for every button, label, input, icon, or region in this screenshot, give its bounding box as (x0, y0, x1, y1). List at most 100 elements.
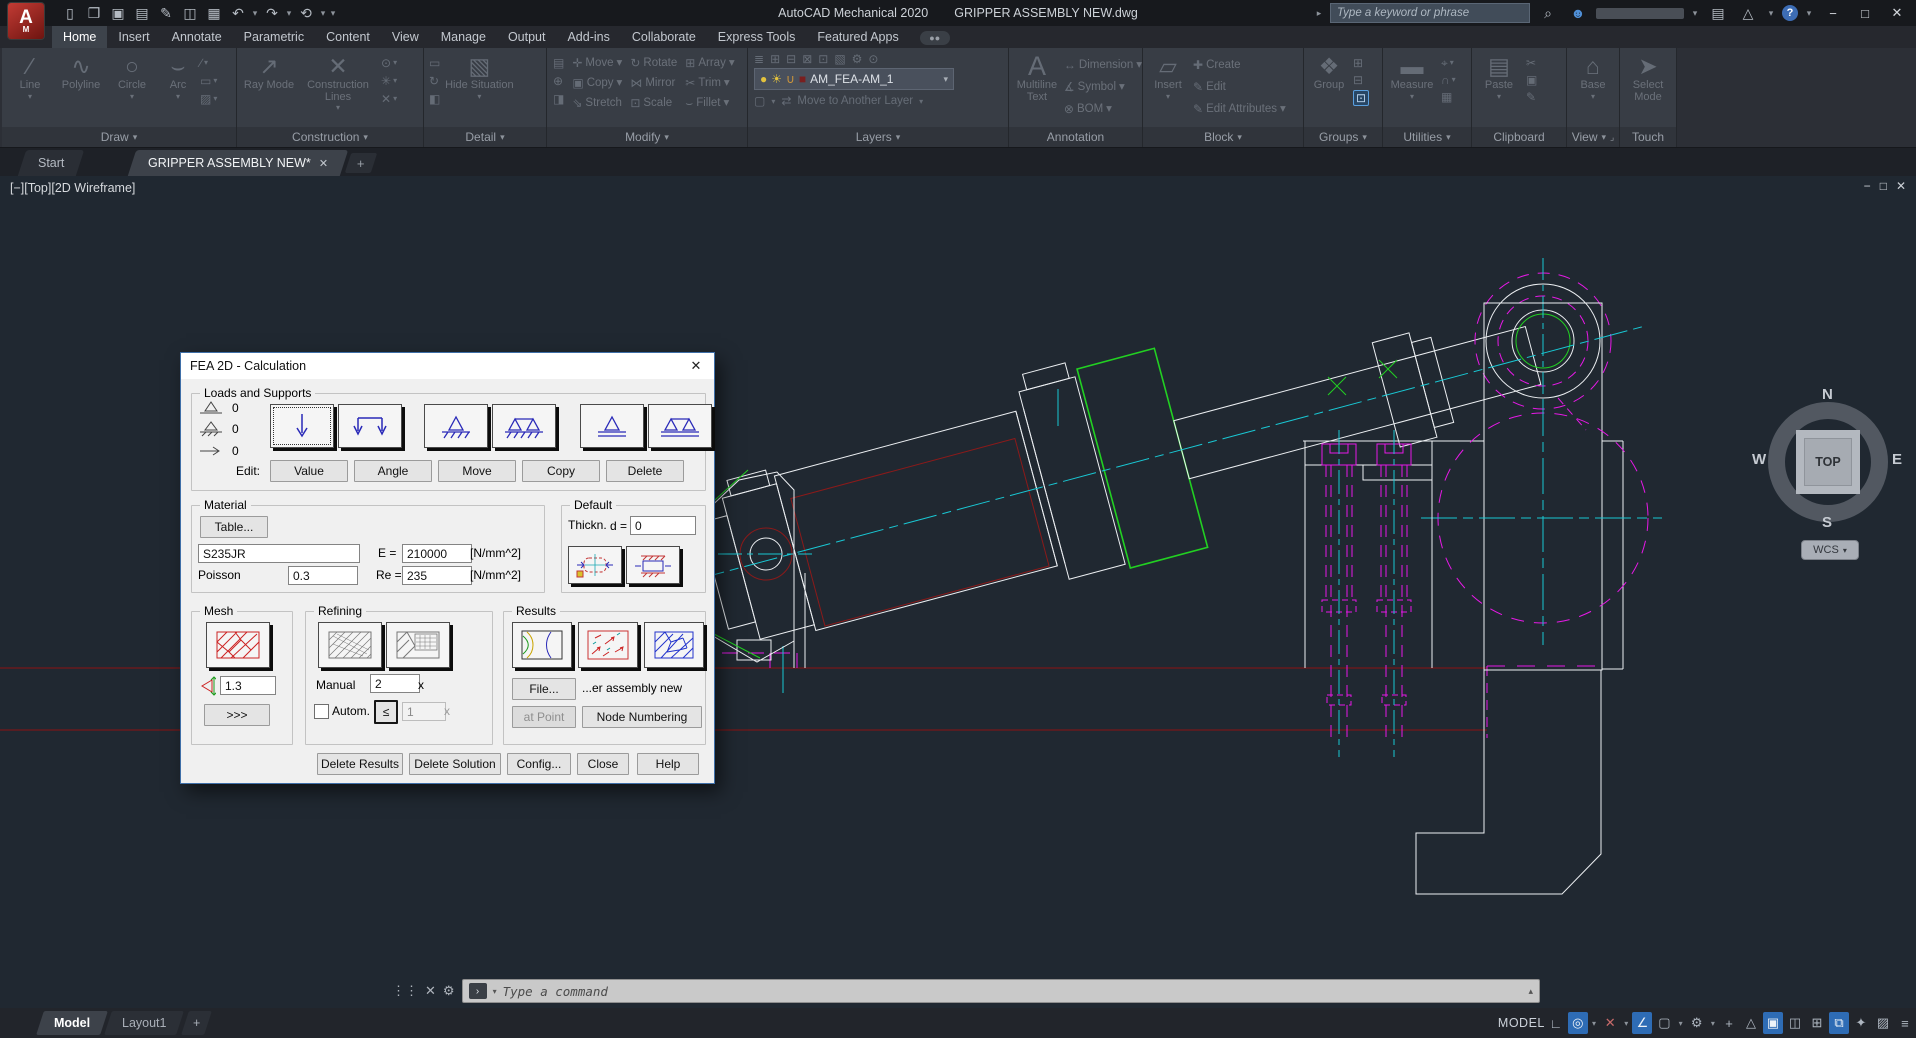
layer-tool-icon[interactable]: ⊠ (802, 52, 812, 66)
viewcube-west[interactable]: W (1752, 451, 1766, 468)
group-button[interactable]: ❖ Group (1309, 50, 1349, 127)
poisson-field[interactable]: 0.3 (288, 566, 358, 585)
layer-tool-icon[interactable]: ⊟ (786, 52, 796, 66)
layout1-tab[interactable]: Layout1 (104, 1011, 184, 1035)
viewcube-east[interactable]: E (1892, 451, 1902, 468)
fixed-support-button[interactable] (580, 404, 644, 448)
power-edit-icon[interactable]: ▤ (553, 56, 564, 70)
select-mode-button[interactable]: ➤ Select Mode (1624, 50, 1672, 127)
panel-label-construction[interactable]: Construction▾ (237, 127, 423, 147)
snap-mode-icon[interactable]: ◎ (1568, 1012, 1588, 1034)
autodesk-caret-icon[interactable]: ▾ (1766, 2, 1776, 24)
panel-label-groups[interactable]: Groups▾ (1304, 127, 1382, 147)
grid-icon[interactable]: ∟ (1546, 1012, 1566, 1034)
panel-label-detail[interactable]: Detail▾ (424, 127, 546, 147)
auto-construction-icon[interactable]: ✳▾ (381, 74, 397, 88)
application-menu-button[interactable]: A M (8, 3, 44, 39)
redo-caret-icon[interactable]: ▾ (284, 2, 294, 24)
center-point-icon[interactable]: ⊙▾ (381, 56, 397, 70)
command-history-icon[interactable]: ▴ (1528, 986, 1533, 997)
autom-checkbox[interactable] (314, 704, 329, 719)
ribbon-overflow-icon[interactable]: ●● (920, 31, 950, 45)
at-point-button[interactable]: at Point (512, 706, 576, 728)
double-fixed-support-button[interactable] (648, 404, 712, 448)
mobile-upload-icon[interactable]: ◫ (178, 2, 202, 24)
arc-button[interactable]: ⌣ Arc ▾ (157, 50, 199, 127)
search-icon[interactable]: ⌕ (1536, 2, 1560, 24)
status-menu-icon[interactable]: ≡ (1895, 1012, 1915, 1034)
drawing-restore-icon[interactable]: □ (1880, 179, 1887, 193)
plot-icon[interactable]: ✎ (154, 2, 178, 24)
help-icon[interactable]: ? (1782, 5, 1798, 21)
circle-button[interactable]: ○ Circle ▾ (108, 50, 156, 127)
close-button[interactable]: Close (577, 753, 629, 775)
panel-label-view[interactable]: View▾⌟ (1567, 127, 1619, 147)
user-name-blurred[interactable] (1596, 8, 1684, 19)
fea-dialog-close-button[interactable]: ✕ (678, 353, 714, 379)
graphics-performance-icon[interactable]: ✦ (1851, 1012, 1871, 1034)
layer-tool-icon[interactable]: ⊞ (770, 52, 780, 66)
copy-load-button[interactable]: Copy (522, 460, 600, 482)
sign-in-icon[interactable]: ☻ (1566, 2, 1590, 24)
file-button[interactable]: File... (512, 678, 576, 700)
lock-ui-icon[interactable]: ⊞ (1807, 1012, 1827, 1034)
file-tab-start[interactable]: Start (18, 150, 85, 176)
panel-label-touch[interactable]: Touch (1620, 127, 1676, 147)
ribbon-tab-content[interactable]: Content (315, 26, 381, 48)
command-grip-icon[interactable]: ⋮⋮ (392, 983, 418, 999)
ribbon-tab-featured-apps[interactable]: Featured Apps (806, 26, 909, 48)
workspace-icon[interactable]: ▣ (1763, 1012, 1783, 1034)
layer-tool-icon[interactable]: ⊡ (818, 52, 828, 66)
redo-icon[interactable]: ↷ (260, 2, 284, 24)
polar-caret-icon[interactable]: ▾ (1622, 1012, 1630, 1034)
delete-solution-button[interactable]: Delete Solution (409, 753, 501, 775)
bom-button[interactable]: ⊗BOM▾ (1064, 100, 1142, 119)
undo-icon[interactable]: ↶ (226, 2, 250, 24)
move-button[interactable]: ✛Move▾ (572, 54, 622, 73)
customization-gear-icon[interactable]: ⚙ (1687, 1012, 1707, 1034)
power-recall-icon[interactable]: ⊕ (553, 74, 564, 88)
command-caret-icon[interactable]: ▾ (493, 987, 497, 996)
ribbon-tab-addins[interactable]: Add-ins (556, 26, 620, 48)
material-name-field[interactable]: S235JR (198, 544, 360, 563)
power-view-icon[interactable]: ◨ (553, 92, 564, 106)
auto-factor-field[interactable]: 1 (402, 702, 446, 721)
paste-button[interactable]: ▤ Paste ▾ (1478, 50, 1520, 127)
command-line[interactable]: ⋮⋮ ✕ ⚙ › ▾ Type a command ▴ (392, 979, 1540, 1003)
ribbon-tab-parametric[interactable]: Parametric (233, 26, 315, 48)
layer-off-icon[interactable]: ▢ (754, 94, 765, 108)
mirror-button[interactable]: ⋈Mirror (630, 74, 677, 93)
annotation-visibility-icon[interactable]: △ (1741, 1012, 1761, 1034)
panel-label-modify[interactable]: Modify▾ (547, 127, 747, 147)
snap-caret-icon[interactable]: ▾ (1590, 1012, 1598, 1034)
autodesk-icon[interactable]: △ (1736, 2, 1760, 24)
less-equal-button[interactable]: ≤ (374, 700, 398, 724)
polyline-button[interactable]: ∿ Polyline (55, 50, 107, 127)
user-caret-icon[interactable]: ▾ (1690, 2, 1700, 24)
new-file-icon[interactable]: ▯ (58, 2, 82, 24)
main-stress-result-button[interactable] (578, 622, 638, 668)
window-maximize-button[interactable]: □ (1852, 3, 1878, 23)
command-input[interactable]: › ▾ Type a command ▴ (462, 979, 1540, 1003)
panel-label-clipboard[interactable]: Clipboard (1472, 127, 1566, 147)
double-roller-support-button[interactable] (492, 404, 556, 448)
viewcube[interactable]: N S W E TOP WCS ▾ (1764, 392, 1896, 572)
scale-button[interactable]: ⊡Scale (630, 94, 677, 113)
value-button[interactable]: Value (270, 460, 348, 482)
object-snap-icon[interactable]: ▢ (1654, 1012, 1674, 1034)
fea-dialog-titlebar[interactable]: FEA 2D - Calculation (181, 353, 714, 379)
hide-situation-button[interactable]: ▧ Hide Situation ▾ (444, 50, 514, 127)
quick-select-icon[interactable]: ⌖▾ (1441, 56, 1456, 70)
stretch-button[interactable]: ⇘Stretch (572, 94, 622, 113)
edit-attributes-button[interactable]: ✎Edit Attributes▾ (1193, 100, 1286, 119)
rotate-button[interactable]: ↻Rotate (630, 54, 677, 73)
hatch-flyout-icon[interactable]: ▨▾ (200, 92, 217, 106)
delete-load-button[interactable]: Delete (606, 460, 684, 482)
copy-button[interactable]: ▣Copy▾ (572, 74, 622, 93)
mesh-size-field[interactable]: 1.3 (220, 676, 276, 695)
measure-button[interactable]: ▬ Measure ▾ (1387, 50, 1437, 127)
deformed-mesh-result-button[interactable] (644, 622, 704, 668)
gear-caret-icon[interactable]: ▾ (1709, 1012, 1717, 1034)
annotation-scale-icon[interactable]: ◫ (1785, 1012, 1805, 1034)
polar-tracking-icon[interactable]: ✕ (1600, 1012, 1620, 1034)
